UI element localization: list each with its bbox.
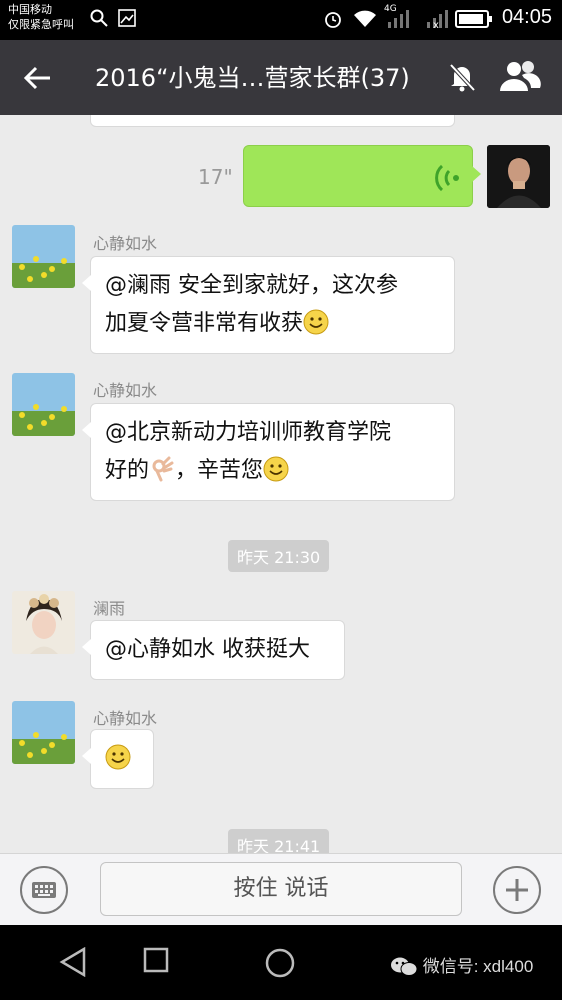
chat-title: 2016“小鬼当…营家长群(37) (95, 64, 410, 92)
avatar-flowers-image (12, 701, 75, 764)
status-bar: 中国移动 仅限紧急呼叫 4G x 04:05 (0, 0, 562, 40)
wifi-icon (354, 10, 376, 27)
message-text: 加夏令营非常有收获 (105, 311, 304, 336)
carrier-label: 中国移动 仅限紧急呼叫 (8, 2, 74, 32)
message-bubble[interactable] (82, 729, 154, 789)
signal-icon (388, 10, 409, 28)
smile-emoji-icon (105, 744, 131, 770)
emergency-only-label: 仅限紧急呼叫 (8, 18, 74, 31)
sender-avatar[interactable] (12, 373, 75, 436)
message-bubble[interactable]: @心静如水 收获挺大 (82, 620, 345, 680)
avatar-flowers-image (12, 225, 75, 288)
clock: 04:05 (501, 6, 552, 28)
sender-avatar[interactable] (12, 701, 75, 764)
voice-duration: 17" (198, 165, 233, 189)
avatar-man-image (487, 145, 550, 208)
back-triangle-icon[interactable] (58, 947, 88, 977)
hold-to-talk-button[interactable]: 按住 说话 (100, 862, 462, 916)
message-text-line: 好的 ，辛苦您 (105, 452, 440, 490)
sender-name: 心静如水 (93, 234, 158, 253)
message-bubble-partial (90, 115, 455, 127)
signal-x-icon: x (427, 10, 448, 29)
smile-emoji-icon (303, 309, 329, 335)
timestamp: 昨天 21:30 (228, 540, 330, 572)
message-text-line: @北京新动力培训师教育学院 (105, 420, 392, 445)
avatar-woman-image (12, 591, 75, 654)
keyboard-icon (32, 882, 56, 898)
keyboard-toggle-button[interactable] (20, 866, 68, 914)
carrier-name: 中国移动 (8, 3, 52, 16)
home-circle-icon[interactable] (264, 947, 296, 979)
sender-avatar[interactable] (12, 591, 75, 654)
smile-emoji-icon (263, 456, 289, 482)
chat-header: 2016“小鬼当…营家长群(37) (0, 40, 562, 115)
plus-icon (506, 879, 528, 901)
voice-message-bubble[interactable] (243, 145, 481, 207)
message-bubble[interactable]: @澜雨 安全到家就好，这次参 加夏令营非常有收获 (82, 256, 455, 354)
message-list[interactable]: 17" 心静如水 @澜雨 安全到家就好，这次参 加夏令营非常有收获 心静如水 @… (0, 115, 562, 853)
system-nav-bar: 微信号: xdl400 (0, 925, 562, 1000)
watermark-text: 微信号: xdl400 (422, 957, 534, 976)
wechat-id-watermark: 微信号: xdl400 (390, 952, 533, 977)
avatar-flowers-image (12, 373, 75, 436)
svg-text:x: x (433, 20, 439, 29)
input-bar: 按住 说话 (0, 853, 562, 925)
alarm-icon (325, 12, 341, 28)
search-icon (90, 9, 108, 27)
image-icon (118, 9, 136, 27)
recents-square-icon[interactable] (143, 947, 169, 973)
battery-icon (455, 10, 492, 28)
message-text-line: @澜雨 安全到家就好，这次参 (105, 273, 398, 298)
mute-bell-icon (449, 63, 476, 92)
message-text: 好的 (105, 458, 150, 483)
message-text: @心静如水 收获挺大 (105, 637, 310, 662)
message-text: ，辛苦您 (175, 458, 264, 483)
timestamp: 昨天 21:41 (228, 829, 330, 853)
voice-wave-icon (435, 164, 459, 192)
sender-avatar[interactable] (12, 225, 75, 288)
sender-name: 澜雨 (93, 599, 126, 618)
message-bubble[interactable]: @北京新动力培训师教育学院 好的 ，辛苦您 (82, 403, 455, 501)
wechat-logo-icon (391, 957, 418, 976)
more-options-button[interactable] (493, 866, 541, 914)
sender-name: 心静如水 (93, 381, 158, 400)
message-text-line: 加夏令营非常有收获 (105, 305, 440, 343)
back-arrow-icon[interactable] (20, 60, 56, 96)
group-members-icon[interactable] (498, 58, 542, 94)
sender-name: 心静如水 (93, 709, 158, 728)
ok-hand-emoji-icon (152, 456, 174, 482)
my-avatar[interactable] (487, 145, 550, 208)
